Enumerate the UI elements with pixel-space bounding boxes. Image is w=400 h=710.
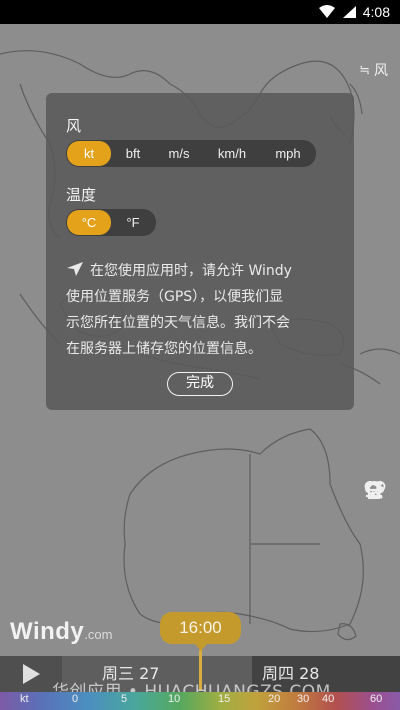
location-permission-text: 在您使用应用时，请允许 Windy 使用位置服务（GPS），以便我们显 示您所在… (66, 258, 334, 362)
legend-tick: 10 (168, 693, 181, 705)
info-line-3: 示您所在位置的天气信息。我们不会 (66, 315, 290, 331)
legend-tick: 20 (268, 693, 281, 705)
play-icon (23, 664, 40, 684)
wind-speed-legend: kt 0 5 10 15 20 30 40 60 (0, 692, 400, 710)
current-time-bubble[interactable]: 16:00 (160, 612, 241, 651)
wind-layer-toggle[interactable]: ≒ 风 (359, 60, 388, 80)
side-toolbar (364, 480, 390, 650)
wind-layer-label: 风 (374, 63, 388, 79)
logo-brand: Windy (10, 618, 85, 645)
done-button[interactable]: 完成 (167, 372, 233, 396)
wind-section-label: 风 (66, 117, 82, 135)
units-settings-dialog: 风 kt bft m/s km/h mph 温度 °C °F 在您使用应用时，请… (46, 93, 354, 410)
menu-icon[interactable] (366, 482, 388, 576)
info-line-2: 使用位置服务（GPS），以便我们显 (66, 289, 284, 305)
done-button-wrap: 完成 (46, 372, 354, 396)
temp-unit-c[interactable]: °C (67, 210, 111, 235)
wifi-icon (318, 5, 335, 18)
legend-tick: 0 (72, 693, 79, 705)
heart-icon[interactable] (364, 480, 388, 650)
temp-unit-f[interactable]: °F (111, 210, 155, 235)
status-bar: 4:08 (0, 0, 400, 24)
info-line-1: 在您使用应用时，请允许 Windy (90, 263, 292, 279)
location-arrow-icon (67, 262, 83, 276)
weather-cloud-icon[interactable] (365, 481, 388, 539)
windy-logo: Windy .com (10, 618, 112, 646)
search-icon[interactable] (365, 481, 388, 613)
status-time: 4:08 (362, 4, 390, 20)
wind-unit-kt[interactable]: kt (67, 141, 111, 166)
legend-tick: 30 (297, 693, 310, 705)
legend-tick: 60 (370, 693, 383, 705)
wind-unit-mph[interactable]: mph (261, 141, 315, 166)
logo-suffix: .com (84, 627, 113, 642)
temp-section-label: 温度 (66, 186, 97, 204)
legend-tick: 40 (322, 693, 335, 705)
legend-tick: 5 (121, 693, 128, 705)
wind-icon: ≒ (359, 62, 370, 78)
legend-tick: 15 (218, 693, 231, 705)
wind-unit-selector: kt bft m/s km/h mph (66, 140, 316, 167)
legend-unit: kt (20, 693, 29, 705)
wind-unit-ms[interactable]: m/s (155, 141, 203, 166)
wind-unit-bft[interactable]: bft (111, 141, 155, 166)
temp-unit-selector: °C °F (66, 209, 156, 236)
wind-unit-kmh[interactable]: km/h (203, 141, 261, 166)
signal-icon (342, 6, 356, 18)
info-line-4: 在服务器上储存您的位置信息。 (66, 341, 262, 357)
